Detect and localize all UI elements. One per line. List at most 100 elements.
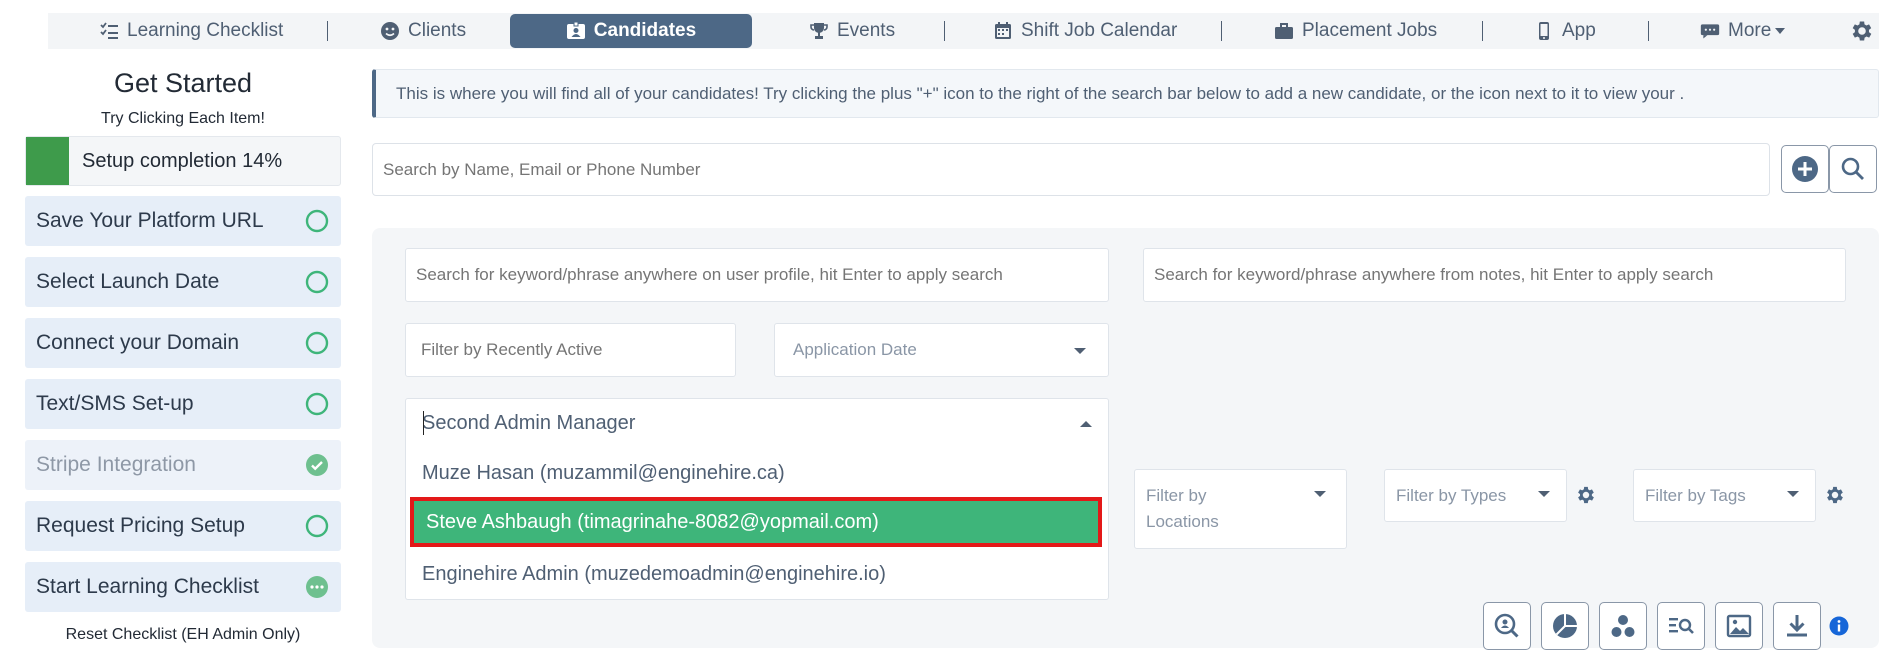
getting-started-sidebar: Get Started Try Clicking Each Item! Setu… bbox=[25, 62, 341, 644]
nav-divider bbox=[1221, 21, 1222, 41]
check-circle-icon bbox=[306, 454, 328, 476]
info-banner: This is where you will find all of your … bbox=[372, 69, 1879, 118]
manager-select[interactable]: Second Admin Manager bbox=[405, 398, 1109, 448]
tags-settings-gear-icon[interactable] bbox=[1824, 484, 1846, 506]
search-profile-icon bbox=[1494, 613, 1519, 638]
download-icon bbox=[1787, 615, 1807, 637]
checklist-item-pricing[interactable]: Request Pricing Setup bbox=[25, 501, 341, 551]
chevron-down-icon bbox=[1787, 491, 1799, 497]
top-navigation: Learning Checklist Clients Candidates Ev… bbox=[48, 13, 1879, 49]
nav-candidates[interactable]: Candidates bbox=[510, 14, 752, 48]
trophy-icon bbox=[810, 23, 828, 39]
chevron-down-icon bbox=[1775, 28, 1786, 34]
checklist-item-label: Request Pricing Setup bbox=[36, 514, 245, 537]
chevron-down-icon bbox=[1074, 348, 1086, 354]
checklist-item-sms-setup[interactable]: Text/SMS Set-up bbox=[25, 379, 341, 429]
nav-divider bbox=[1648, 21, 1649, 41]
nav-label: Learning Checklist bbox=[127, 20, 284, 41]
nav-divider bbox=[327, 21, 328, 41]
empty-circle-icon bbox=[305, 392, 329, 416]
nav-label: More bbox=[1728, 20, 1772, 41]
nav-more-menu[interactable]: More bbox=[1700, 13, 1786, 49]
candidate-search-input[interactable] bbox=[372, 143, 1770, 196]
empty-circle-icon bbox=[305, 331, 329, 355]
nav-label: Events bbox=[837, 20, 896, 41]
checklist-item-label: Select Launch Date bbox=[36, 270, 220, 293]
checklist-item-launch-date[interactable]: Select Launch Date bbox=[25, 257, 341, 307]
add-candidate-button[interactable] bbox=[1781, 145, 1829, 193]
application-date-select[interactable]: Application Date bbox=[774, 323, 1109, 377]
nav-events[interactable]: Events bbox=[809, 13, 895, 49]
notes-keyword-search-input[interactable] bbox=[1143, 248, 1846, 302]
search-button[interactable] bbox=[1829, 145, 1877, 193]
dropdown-option[interactable]: Enginehire Admin (muzedemoadmin@enginehi… bbox=[406, 551, 1108, 597]
image-button[interactable] bbox=[1715, 602, 1763, 650]
chevron-down-icon bbox=[1538, 491, 1550, 497]
checklist-item-label: Text/SMS Set-up bbox=[36, 392, 194, 415]
more-circle-icon bbox=[306, 576, 328, 598]
nav-app[interactable]: App bbox=[1534, 13, 1596, 49]
nav-divider bbox=[944, 21, 945, 41]
id-card-icon bbox=[566, 21, 585, 39]
recently-active-filter[interactable] bbox=[405, 323, 736, 377]
tags-filter-select[interactable]: Filter by Tags bbox=[1633, 469, 1816, 522]
nav-placement-jobs[interactable]: Placement Jobs bbox=[1274, 13, 1437, 49]
checklist-item-connect-domain[interactable]: Connect your Domain bbox=[25, 318, 341, 368]
manager-dropdown-list: Muze Hasan (muzammil@enginehire.ca) Stev… bbox=[405, 447, 1109, 600]
cluster-view-button[interactable] bbox=[1599, 602, 1647, 650]
progress-label: Setup completion 14% bbox=[82, 150, 283, 172]
empty-circle-icon bbox=[305, 209, 329, 233]
info-icon[interactable] bbox=[1829, 616, 1849, 636]
search-icon bbox=[1841, 157, 1864, 180]
checklist-item-learning[interactable]: Start Learning Checklist bbox=[25, 562, 341, 612]
profile-keyword-search-input[interactable] bbox=[405, 248, 1109, 302]
reset-checklist-link[interactable]: Reset Checklist (EH Admin Only) bbox=[25, 626, 341, 644]
types-filter-select[interactable]: Filter by Types bbox=[1384, 469, 1567, 522]
chevron-up-icon bbox=[1080, 421, 1092, 427]
types-settings-gear-icon[interactable] bbox=[1575, 484, 1597, 506]
list-search-button[interactable] bbox=[1657, 602, 1705, 650]
setup-progress-bar: Setup completion 14% bbox=[25, 136, 341, 186]
profile-search-button[interactable] bbox=[1483, 602, 1531, 650]
dropdown-option-highlighted[interactable]: Steve Ashbaugh (timagrinahe-8082@yopmail… bbox=[410, 497, 1102, 547]
gear-icon[interactable] bbox=[1849, 18, 1875, 44]
nav-shift-job-calendar[interactable]: Shift Job Calendar bbox=[993, 13, 1177, 49]
checklist-item-stripe[interactable]: Stripe Integration bbox=[25, 440, 341, 490]
sidebar-title: Get Started bbox=[113, 68, 253, 98]
nav-label: Placement Jobs bbox=[1302, 20, 1438, 41]
select-placeholder: Filter by Locations bbox=[1146, 486, 1219, 531]
briefcase-icon bbox=[1275, 23, 1293, 39]
locations-filter-select[interactable]: Filter by Locations bbox=[1134, 469, 1347, 549]
nav-label: App bbox=[1562, 20, 1596, 41]
sidebar-subtitle: Try Clicking Each Item! bbox=[101, 110, 265, 127]
nav-label: Candidates bbox=[593, 20, 697, 41]
nav-label: Clients bbox=[408, 20, 467, 41]
checklist-item-label: Connect your Domain bbox=[36, 331, 240, 354]
empty-circle-icon bbox=[305, 270, 329, 294]
calendar-icon bbox=[995, 22, 1011, 39]
nav-learning-checklist[interactable]: Learning Checklist bbox=[99, 13, 283, 49]
text-cursor bbox=[423, 411, 424, 435]
nav-clients[interactable]: Clients bbox=[380, 13, 466, 49]
progress-fill bbox=[26, 137, 69, 185]
face-icon bbox=[381, 22, 399, 40]
list-search-icon bbox=[1669, 618, 1694, 634]
select-value: Application Date bbox=[793, 340, 917, 359]
checklist-item-label: Start Learning Checklist bbox=[36, 575, 259, 598]
select-placeholder: Filter by Tags bbox=[1645, 486, 1746, 505]
nav-divider bbox=[1482, 21, 1483, 41]
checklist-icon bbox=[100, 22, 118, 39]
plus-circle-icon bbox=[1792, 156, 1818, 182]
select-placeholder: Filter by Types bbox=[1396, 486, 1507, 505]
phone-icon bbox=[1539, 22, 1549, 40]
dropdown-option[interactable]: Muze Hasan (muzammil@enginehire.ca) bbox=[406, 450, 1108, 496]
image-icon bbox=[1726, 614, 1752, 638]
select-value: Second Admin Manager bbox=[422, 412, 636, 434]
cluster-icon bbox=[1611, 615, 1635, 637]
empty-circle-icon bbox=[305, 514, 329, 538]
checklist-item-platform-url[interactable]: Save Your Platform URL bbox=[25, 196, 341, 246]
pie-chart-icon bbox=[1553, 614, 1577, 638]
download-button[interactable] bbox=[1773, 602, 1821, 650]
nav-label: Shift Job Calendar bbox=[1021, 20, 1178, 41]
analytics-button[interactable] bbox=[1541, 602, 1589, 650]
